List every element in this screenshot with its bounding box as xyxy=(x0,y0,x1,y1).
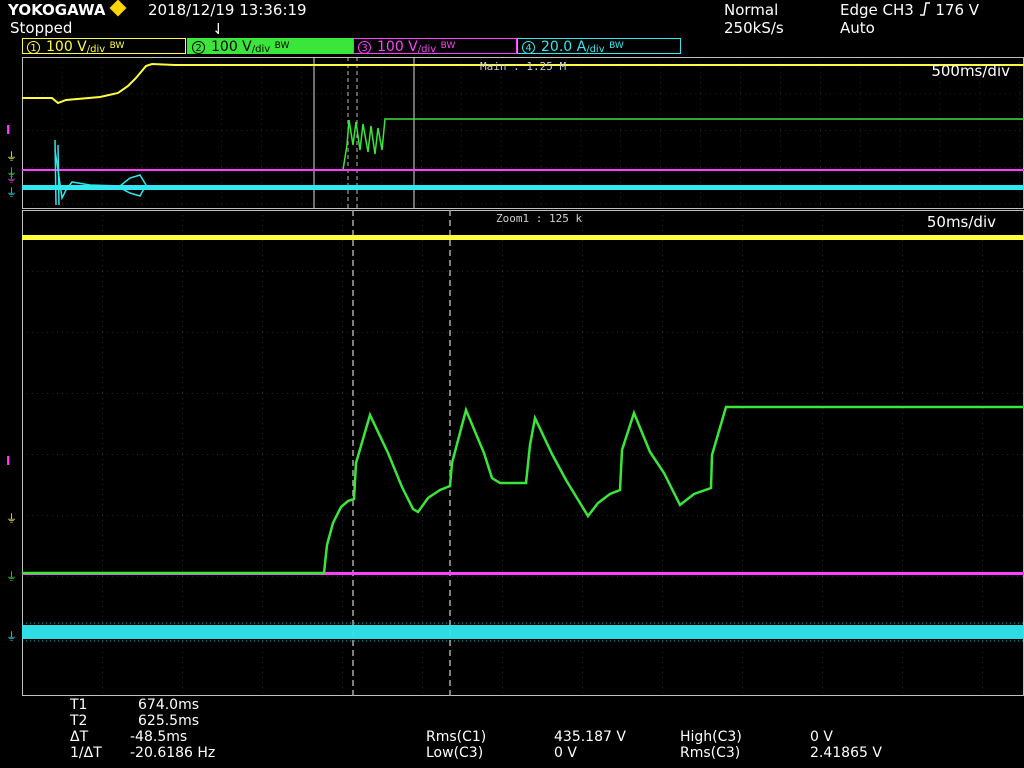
channel-2-number: 2 xyxy=(192,41,205,54)
brand-logo: YOKOGAWA xyxy=(8,0,127,19)
ground-markers-zoom: ⏚ ⏚ ⏚ xyxy=(6,512,17,643)
channel-4-scale: 20.0 A xyxy=(541,39,587,55)
bandwidth-limit-icon: BW xyxy=(109,41,125,51)
channel-3-setting[interactable]: 3 100 V/div BW xyxy=(353,38,517,55)
trigger-level-marker-icon: I xyxy=(6,454,10,468)
measurement-name: Low(C3) xyxy=(426,745,484,761)
main-window: Main : 1.25 M 500ms/div I ⏚ ⏚ ⏚ ⏚ xyxy=(6,57,1024,209)
diamond-logo-icon xyxy=(109,0,127,17)
cursor-t1-label: T1 xyxy=(70,697,88,713)
bandwidth-limit-icon: BW xyxy=(440,41,456,51)
svg-text:⏚: ⏚ xyxy=(6,150,17,163)
measurement-value: 2.41865 V xyxy=(810,745,882,761)
trigger-source: CH3 xyxy=(882,1,914,19)
measurement-value: 435.187 V xyxy=(554,729,626,745)
channel-4-setting[interactable]: 4 20.0 A/div BW xyxy=(517,38,681,55)
ch4-zoom-trace xyxy=(22,625,1024,639)
rising-edge-icon xyxy=(919,2,931,16)
cursor-inv-dt-value: -20.6186 Hz xyxy=(130,745,216,761)
channel-1-scale: 100 V xyxy=(46,39,87,55)
zoom-timebase[interactable]: 50ms/div xyxy=(927,213,996,231)
zoom-window-label: Zoom1 : 125 k xyxy=(496,212,582,225)
acquisition-mode[interactable]: Normal xyxy=(724,2,778,18)
trigger-level: 176 V xyxy=(935,1,980,19)
waveform-display[interactable]: Main : 1.25 M 500ms/div I ⏚ ⏚ ⏚ ⏚ Zoom1 … xyxy=(0,54,1024,698)
trigger-type: Edge xyxy=(840,1,878,19)
measurement-name: Rms(C3) xyxy=(680,745,741,761)
sample-rate: 250kS/s xyxy=(724,19,784,37)
channel-1-number: 1 xyxy=(27,41,40,54)
ground-markers-main: ⏚ ⏚ ⏚ ⏚ xyxy=(6,150,17,199)
channel-2-scale: 100 V xyxy=(211,39,252,55)
channel-3-scale: 100 V xyxy=(377,39,418,55)
measurement-name: High(C3) xyxy=(680,729,742,745)
bandwidth-limit-icon: BW xyxy=(274,41,290,51)
measurement-name: Rms(C1) xyxy=(426,729,487,745)
channel-1-setting[interactable]: 1 100 V/div BW xyxy=(22,38,186,55)
trigger-mode[interactable]: Auto xyxy=(840,20,875,36)
main-timebase[interactable]: 500ms/div xyxy=(931,62,1010,80)
svg-text:⏚: ⏚ xyxy=(6,630,17,643)
measurement-value: 0 V xyxy=(554,745,577,761)
cursor-dt-value: -48.5ms xyxy=(130,729,188,745)
channel-2-setting[interactable]: 2 100 V/div BW xyxy=(187,38,353,55)
datetime: 2018/12/19 13:36:19 xyxy=(148,1,307,19)
cursor-t2-value: 625.5ms xyxy=(138,713,200,729)
trigger-level-marker-icon: I xyxy=(6,123,10,137)
bandwidth-limit-icon: BW xyxy=(609,41,624,51)
svg-text:⏚: ⏚ xyxy=(6,172,17,185)
ch1-zoom-trace xyxy=(22,235,1024,240)
channel-4-number: 4 xyxy=(522,41,535,54)
svg-text:⏚: ⏚ xyxy=(6,186,17,199)
cursor-t1-value: 674.0ms xyxy=(138,697,200,713)
brand-name: YOKOGAWA xyxy=(8,1,106,19)
trigger-settings[interactable]: Edge CH3 176 V xyxy=(840,2,979,18)
cursor-t2-label: T2 xyxy=(70,713,88,729)
measurement-value: 0 V xyxy=(810,729,833,745)
acquisition-status: Stopped xyxy=(10,19,73,37)
main-window-label: Main : 1.25 M xyxy=(480,60,566,73)
zoom-window: Zoom1 : 125 k 50ms/div I ⏚ ⏚ ⏚ xyxy=(6,210,1024,696)
cursor-icon: ⇃ xyxy=(212,20,225,38)
svg-text:⏚: ⏚ xyxy=(6,570,17,583)
cursor-inv-dt-label: 1/ΔT xyxy=(70,745,102,761)
svg-text:⏚: ⏚ xyxy=(6,512,17,525)
channel-3-number: 3 xyxy=(358,41,371,54)
cursor-dt-label: ΔT xyxy=(70,729,89,745)
